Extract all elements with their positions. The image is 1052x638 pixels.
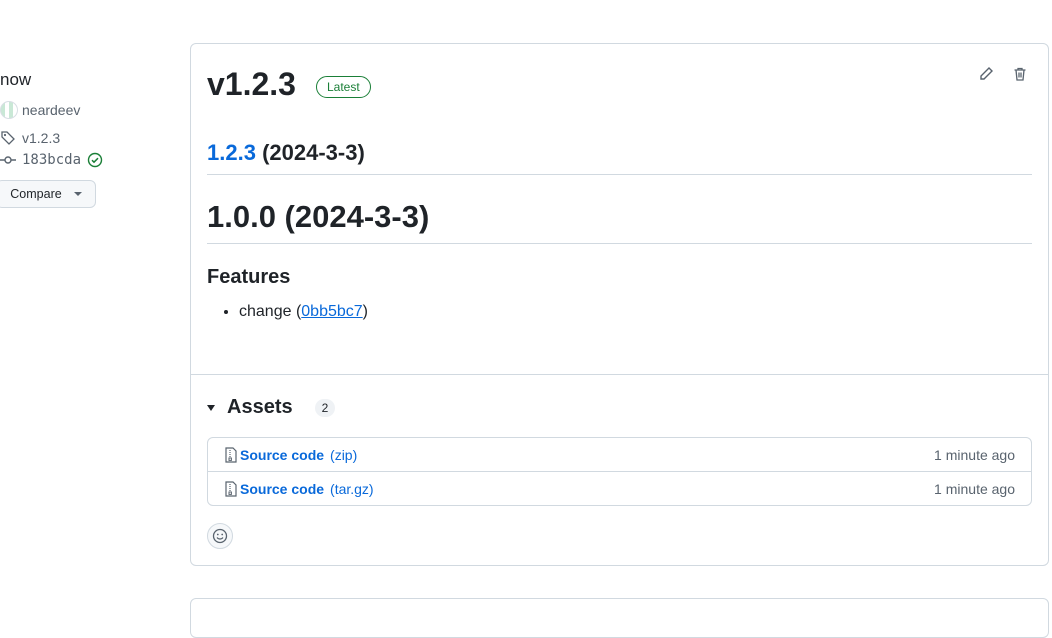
assets-count-badge: 2 xyxy=(314,398,336,417)
asset-link[interactable]: Source code (zip) xyxy=(224,447,357,463)
release-actions xyxy=(978,66,1028,82)
release-card: v1.2.3 Latest 1.2.3 (2024-3-3) 1.0.0 (20… xyxy=(190,43,1049,566)
author[interactable]: neardeev xyxy=(0,101,80,119)
verified-icon[interactable] xyxy=(87,152,103,168)
asset-row: Source code (tar.gz) 1 minute ago xyxy=(208,471,1031,505)
release-title[interactable]: v1.2.3 xyxy=(207,66,296,103)
asset-row: Source code (zip) 1 minute ago xyxy=(208,438,1031,471)
trash-icon[interactable] xyxy=(1012,66,1028,82)
tag-name[interactable]: v1.2.3 xyxy=(22,130,60,146)
asset-ext[interactable]: (tar.gz) xyxy=(330,481,374,497)
author-name[interactable]: neardeev xyxy=(22,102,80,118)
notes-heading-version: 1.2.3 (2024-3-3) xyxy=(207,140,1032,175)
commit-sha[interactable]: 183bcda xyxy=(22,152,81,168)
pencil-icon[interactable] xyxy=(978,66,994,82)
features-list: change (0bb5bc7) xyxy=(207,303,1032,321)
file-zip-icon xyxy=(225,480,237,497)
avatar xyxy=(0,101,18,119)
assets-title[interactable]: Assets xyxy=(227,396,293,419)
divider xyxy=(191,374,1048,375)
compare-label: Compare xyxy=(10,187,62,201)
asset-name[interactable]: Source code xyxy=(240,481,324,497)
next-release-card xyxy=(190,598,1049,638)
version-link[interactable]: 1.2.3 xyxy=(207,140,256,165)
asset-link[interactable]: Source code (tar.gz) xyxy=(224,481,374,497)
release-time: now xyxy=(0,70,32,89)
chevron-down-icon xyxy=(73,192,82,196)
tag-icon xyxy=(1,131,15,145)
latest-badge: Latest xyxy=(315,75,371,98)
commit-link[interactable]: 183bcda xyxy=(0,152,103,168)
notes-heading-main: 1.0.0 (2024-3-3) xyxy=(207,199,1032,244)
asset-time: 1 minute ago xyxy=(934,446,1015,463)
triangle-down-icon xyxy=(207,404,215,411)
smiley-icon xyxy=(212,528,228,544)
list-item: change (0bb5bc7) xyxy=(239,303,1032,321)
asset-name[interactable]: Source code xyxy=(240,447,324,463)
asset-time: 1 minute ago xyxy=(934,480,1015,497)
tag-link[interactable]: v1.2.3 xyxy=(0,130,60,146)
assets-list: Source code (zip) 1 minute ago Source co… xyxy=(207,437,1032,506)
file-zip-icon xyxy=(225,446,237,463)
commit-hash-link[interactable]: 0bb5bc7 xyxy=(301,303,362,320)
release-notes: 1.2.3 (2024-3-3) 1.0.0 (2024-3-3) Featur… xyxy=(207,140,1032,321)
asset-ext[interactable]: (zip) xyxy=(330,447,357,463)
release-header: v1.2.3 Latest xyxy=(207,66,371,103)
notes-heading-features: Features xyxy=(207,266,291,288)
commit-icon xyxy=(0,156,16,164)
assets-toggle[interactable]: Assets 2 xyxy=(207,396,336,419)
version-date: (2024-3-3) xyxy=(262,140,365,165)
compare-button[interactable]: Compare xyxy=(0,180,96,208)
add-reaction-button[interactable] xyxy=(207,523,233,549)
